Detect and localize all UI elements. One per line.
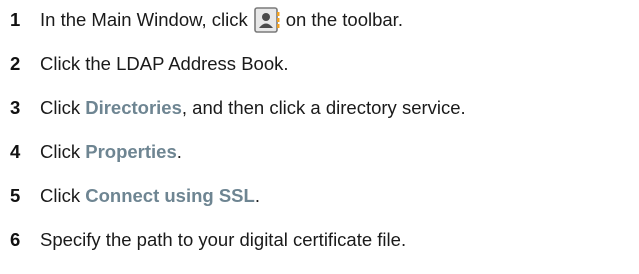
step-text-before: Click xyxy=(40,185,86,206)
step-text-before: In the Main Window, click xyxy=(40,9,248,30)
step-text: Click Directories , and then click a dir… xyxy=(40,97,466,119)
step-text-after: . xyxy=(254,185,260,206)
step-number: 4 xyxy=(10,141,21,162)
step-text-before: Click xyxy=(40,141,86,162)
step-3: 3 Click Directories , and then click a d… xyxy=(10,93,466,123)
step-text-after: , and then click a directory service. xyxy=(181,97,466,118)
step-number: 3 xyxy=(10,97,21,118)
step-number: 2 xyxy=(10,53,21,74)
step-text: Click Properties . xyxy=(40,141,182,163)
step-4: 4 Click Properties . xyxy=(10,137,182,167)
step-6: 6 Specify the path to your digital certi… xyxy=(10,225,406,255)
step-2: 2 Click the LDAP Address Book. xyxy=(10,49,289,79)
step-number: 1 xyxy=(10,9,21,30)
step-text: Specify the path to your digital certifi… xyxy=(40,229,407,250)
address-book-icon xyxy=(253,7,280,33)
step-text: Click the LDAP Address Book. xyxy=(40,53,289,74)
step-text-after: . xyxy=(176,141,182,162)
directories-term: Directories xyxy=(85,97,182,118)
step-5: 5 Click Connect using SSL . xyxy=(10,181,260,211)
step-text: Click Connect using SSL . xyxy=(40,185,260,207)
connect-using-ssl-term: Connect using SSL xyxy=(85,185,255,206)
step-1: 1 In the Main Window, click on the toolb… xyxy=(10,5,403,35)
step-number: 5 xyxy=(10,185,21,206)
step-number: 6 xyxy=(10,229,21,250)
step-text-before: Click xyxy=(40,97,86,118)
properties-term: Properties xyxy=(85,141,177,162)
step-text-after: on the toolbar. xyxy=(285,9,403,30)
step-text: In the Main Window, click on the toolbar… xyxy=(40,7,403,33)
